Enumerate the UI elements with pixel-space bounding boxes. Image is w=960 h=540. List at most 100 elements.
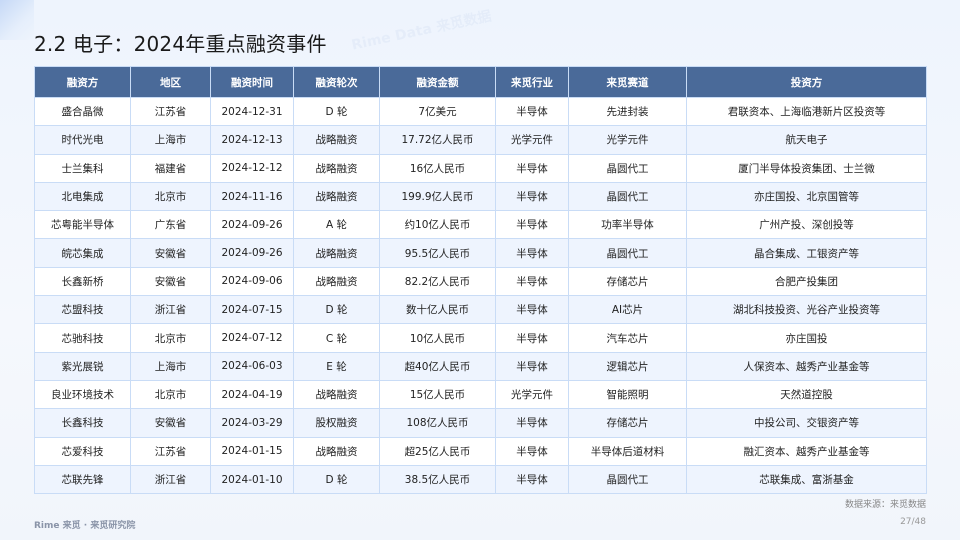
table-cell: 芯驰科技 [34, 323, 131, 353]
table-cell: 湖北科技投资、光谷产业投资等 [686, 295, 927, 325]
table-cell: 半导体 [495, 153, 569, 183]
column-header: 融资时间 [210, 66, 294, 98]
table-cell: 数十亿人民币 [379, 295, 496, 325]
table-cell: AI芯片 [568, 295, 687, 325]
table-cell: 福建省 [130, 153, 211, 183]
table-cell: 2024-12-13 [210, 125, 294, 155]
column-header: 融资方 [34, 66, 131, 98]
table-row: 时代光电 上海市 2024-12-13 战略融资 17.72亿人民币 光学元件 光学元件 航天… [34, 125, 927, 155]
table-cell: 智能照明 [568, 379, 687, 410]
table-cell: 存储芯片 [568, 266, 687, 297]
table-cell: 2024-07-15 [210, 295, 294, 325]
table-cell: 半导体 [495, 210, 569, 240]
table-cell: 融汇资本、越秀产业基金等 [686, 436, 927, 466]
table-cell: 超25亿人民币 [379, 436, 496, 466]
column-header: 投资方 [686, 66, 927, 98]
table-cell: 战略融资 [293, 181, 380, 212]
table-cell: 38.5亿人民币 [379, 464, 496, 495]
table-cell: 晶合集成、工银资产等 [686, 238, 927, 268]
table-cell: 广东省 [130, 210, 211, 240]
table-cell: 浙江省 [130, 295, 211, 325]
table-cell: 长鑫科技 [34, 408, 131, 438]
table-cell: 士兰集科 [34, 153, 131, 183]
table-cell: 功率半导体 [568, 210, 687, 240]
table-cell: 半导体 [495, 295, 569, 325]
table-cell: 15亿人民币 [379, 379, 496, 410]
table-cell: 2024-03-29 [210, 408, 294, 438]
table-row: 良业环境技术 北京市 2024-04-19 战略融资 15亿人民币 光学元件 智能照明 天然道… [34, 379, 927, 410]
table-row: 士兰集科 福建省 2024-12-12 战略融资 16亿人民币 半导体 晶圆代工 厦门半导体投… [34, 153, 927, 183]
table-cell: 半导体 [495, 408, 569, 438]
table-cell: 光学元件 [495, 379, 569, 410]
table-row: 长鑫科技 安徽省 2024-03-29 股权融资 108亿人民币 半导体 存储芯片 中投公司、… [34, 408, 927, 438]
table-cell: 晶圆代工 [568, 153, 687, 183]
table-cell: 皖芯集成 [34, 238, 131, 268]
table-cell: 航天电子 [686, 125, 927, 155]
table-cell: 芯联集成、富浙基金 [686, 464, 927, 495]
table-cell: 亦庄国投、北京国管等 [686, 181, 927, 212]
table-cell: 半导体 [495, 351, 569, 381]
table-cell: 半导体 [495, 464, 569, 495]
table-row: 皖芯集成 安徽省 2024-09-26 战略融资 95.5亿人民币 半导体 晶圆代工 晶合集成… [34, 238, 927, 268]
table-cell: 晶圆代工 [568, 181, 687, 212]
table-cell: 2024-09-26 [210, 238, 294, 268]
table-cell: 北京市 [130, 181, 211, 212]
table-cell: D 轮 [293, 295, 380, 325]
table-row: 长鑫新桥 安徽省 2024-09-06 战略融资 82.2亿人民币 半导体 存储芯片 合肥产投… [34, 266, 927, 297]
table-cell: 战略融资 [293, 153, 380, 183]
table-cell: 光学元件 [568, 125, 687, 155]
table-cell: 盛合晶微 [34, 96, 131, 127]
table-row: 盛合晶微 江苏省 2024-12-31 D 轮 7亿美元 半导体 先进封装 君联资本、上海临港… [34, 96, 927, 127]
table-cell: 浙江省 [130, 464, 211, 495]
table-cell: C 轮 [293, 323, 380, 353]
table-cell: E 轮 [293, 351, 380, 381]
table-cell: 战略融资 [293, 266, 380, 297]
table-cell: 半导体 [495, 96, 569, 127]
financing-events-table: 融资方 地区 融资时间 融资轮次 融资金额 来觅行业 来觅赛道 投资方 盛合晶微 江苏省 2024… [34, 66, 927, 495]
table-cell: 2024-12-31 [210, 96, 294, 127]
table-cell: 安徽省 [130, 408, 211, 438]
table-cell: 战略融资 [293, 436, 380, 466]
table-cell: 2024-06-03 [210, 351, 294, 381]
table-cell: 半导体 [495, 238, 569, 268]
table-cell: 北京市 [130, 323, 211, 353]
table-cell: 超40亿人民币 [379, 351, 496, 381]
table-cell: 安徽省 [130, 238, 211, 268]
table-cell: 2024-09-06 [210, 266, 294, 297]
table-cell: 108亿人民币 [379, 408, 496, 438]
table-cell: 2024-12-12 [210, 153, 294, 183]
table-cell: 天然道控股 [686, 379, 927, 410]
table-cell: 股权融资 [293, 408, 380, 438]
table-cell: 北京市 [130, 379, 211, 410]
table-cell: 北电集成 [34, 181, 131, 212]
table-cell: 芯联先锋 [34, 464, 131, 495]
table-cell: 半导体 [495, 266, 569, 297]
table-cell: D 轮 [293, 96, 380, 127]
table-header-row: 融资方 地区 融资时间 融资轮次 融资金额 来觅行业 来觅赛道 投资方 [34, 66, 927, 98]
table-cell: 10亿人民币 [379, 323, 496, 353]
table-cell: 16亿人民币 [379, 153, 496, 183]
table-cell: 7亿美元 [379, 96, 496, 127]
table-cell: 厦门半导体投资集团、士兰微 [686, 153, 927, 183]
table-cell: 江苏省 [130, 96, 211, 127]
table-cell: 合肥产投集团 [686, 266, 927, 297]
table-cell: 半导体 [495, 436, 569, 466]
table-cell: 半导体后道材料 [568, 436, 687, 466]
table-cell: 上海市 [130, 125, 211, 155]
table-cell: 2024-07-12 [210, 323, 294, 353]
table-cell: 芯爱科技 [34, 436, 131, 466]
table-cell: 光学元件 [495, 125, 569, 155]
table-cell: 芯盟科技 [34, 295, 131, 325]
footer-brand: Rime 来觅 · 来觅研究院 [34, 521, 136, 531]
table-cell: 晶圆代工 [568, 464, 687, 495]
watermark: Rime Data 来觅数据 [350, 8, 493, 54]
table-cell: 2024-09-26 [210, 210, 294, 240]
table-cell: 2024-01-15 [210, 436, 294, 466]
table-cell: 半导体 [495, 181, 569, 212]
table-cell: 2024-04-19 [210, 379, 294, 410]
table-cell: 晶圆代工 [568, 238, 687, 268]
table-row: 芯驰科技 北京市 2024-07-12 C 轮 10亿人民币 半导体 汽车芯片 亦庄国投 [34, 323, 927, 353]
table-cell: 时代光电 [34, 125, 131, 155]
table-row: 芯粤能半导体 广东省 2024-09-26 A 轮约10亿人民币 半导体 功率半导体 广州产… [34, 210, 927, 240]
table-cell: 逻辑芯片 [568, 351, 687, 381]
